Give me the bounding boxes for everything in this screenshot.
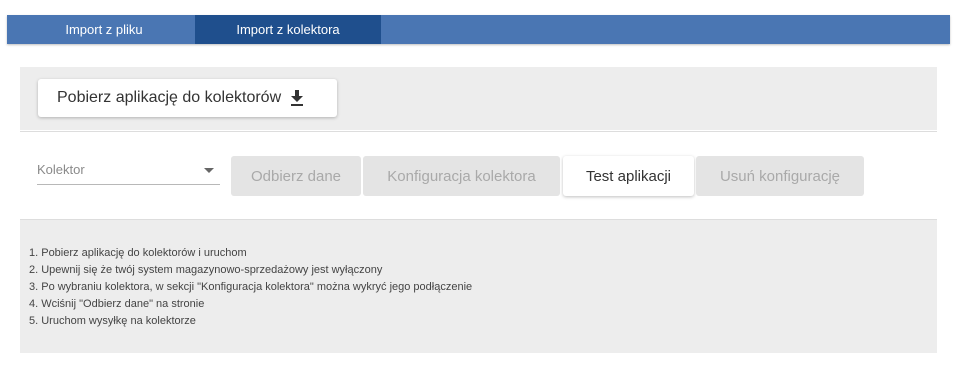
download-app-label: Pobierz aplikację do kolektorów [57,89,282,106]
instructions-panel: 1. Pobierz aplikację do kolektorów i uru… [20,220,937,353]
instruction-item: 4. Wciśnij "Odbierz dane" na stronie [29,298,205,310]
tab-import-from-collector[interactable]: Import z kolektora [195,15,381,44]
instruction-item: 2. Upewnij się że twój system magazynowo… [29,264,383,276]
instructions-list: 1. Pobierz aplikację do kolektorów i uru… [29,245,472,330]
download-icon [290,90,304,106]
download-section: Pobierz aplikację do kolektorów [20,67,937,130]
delete-config-button[interactable]: Usuń konfigurację [696,156,864,196]
tab-bar: Import z pliku Import z kolektora [7,15,950,44]
instruction-item: 5. Uruchom wysyłkę na kolektorze [29,315,196,327]
download-app-button[interactable]: Pobierz aplikację do kolektorów [38,79,337,117]
instruction-item: 1. Pobierz aplikację do kolektorów i uru… [29,247,247,259]
instruction-item: 3. Po wybraniu kolektora, w sekcji "Konf… [29,281,473,293]
test-app-button[interactable]: Test aplikacji [563,156,694,196]
collector-config-button[interactable]: Konfiguracja kolektora [363,156,560,196]
page: Import z pliku Import z kolektora Pobier… [0,0,957,374]
chevron-down-icon [204,168,214,173]
collector-select[interactable]: Kolektor [37,162,220,185]
receive-data-button[interactable]: Odbierz dane [231,156,361,196]
collector-select-placeholder: Kolektor [37,162,85,177]
section-divider [20,131,937,132]
tab-import-from-file[interactable]: Import z pliku [41,15,167,44]
